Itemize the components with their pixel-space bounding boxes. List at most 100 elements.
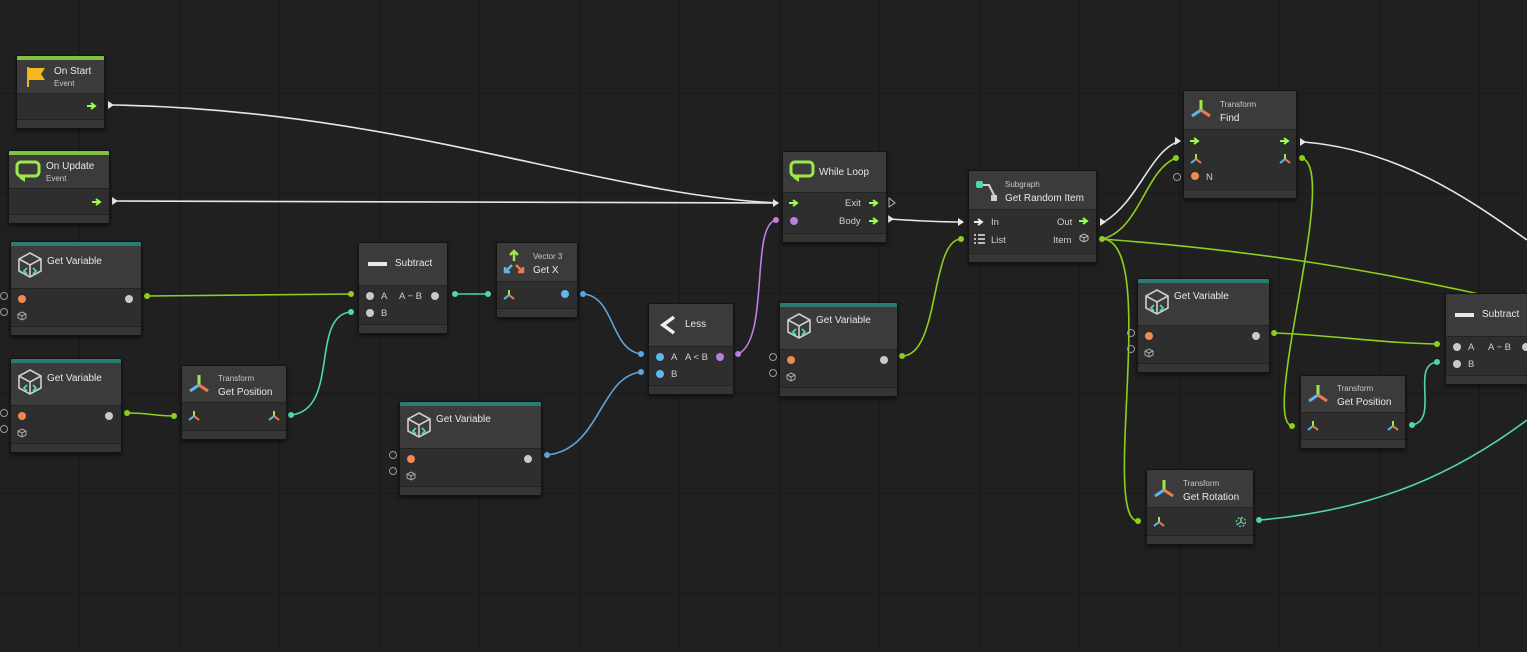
a-input-port[interactable] xyxy=(366,292,374,300)
external-input-port[interactable] xyxy=(0,292,8,300)
vector3-get-x-node[interactable]: Vector 3 Get X xyxy=(496,242,578,318)
subtract-node[interactable]: Subtract A A − B B xyxy=(358,242,448,334)
external-input-port[interactable] xyxy=(1173,173,1181,181)
flow-out-arrow-icon[interactable] xyxy=(87,101,97,111)
object-cube-icon xyxy=(17,428,27,438)
name-input-port[interactable] xyxy=(1191,172,1199,180)
subgraph-icon xyxy=(976,181,997,201)
b-input-port[interactable] xyxy=(656,370,664,378)
condition-input-port[interactable] xyxy=(790,217,798,225)
flow-in-arrow-icon[interactable] xyxy=(1190,136,1200,146)
flow-wire xyxy=(1103,140,1181,223)
b-input-port[interactable] xyxy=(1453,360,1461,368)
transform-axes-icon xyxy=(189,375,209,393)
get-variable-node[interactable]: Get Variable xyxy=(399,401,542,496)
transform-input-icon[interactable] xyxy=(1307,420,1319,432)
while-loop-node[interactable]: While Loop Exit Body xyxy=(782,151,887,243)
result-output-label: A − B xyxy=(1488,342,1511,353)
vector3-output-icon[interactable] xyxy=(1387,420,1399,432)
transform-output-icon[interactable] xyxy=(1279,153,1291,165)
node-title: Get Position xyxy=(218,387,273,398)
name-input-port[interactable] xyxy=(787,356,795,364)
object-cube-icon xyxy=(406,471,416,481)
external-input-port[interactable] xyxy=(389,467,397,475)
b-input-port[interactable] xyxy=(366,309,374,317)
a-input-port[interactable] xyxy=(1453,343,1461,351)
node-title: Subtract xyxy=(1482,309,1520,320)
body-flow-out-icon[interactable] xyxy=(869,216,879,226)
on-update-event-node[interactable]: On Update Event xyxy=(8,150,110,224)
float-wire xyxy=(582,293,642,355)
node-title: Get Random Item xyxy=(1005,193,1084,204)
external-input-port[interactable] xyxy=(0,308,8,316)
node-title: Get Position xyxy=(1337,397,1392,408)
node-category: Vector 3 xyxy=(533,252,563,261)
vector3-input-icon[interactable] xyxy=(503,289,515,301)
vector3-output-icon[interactable] xyxy=(268,410,280,422)
a-input-label: A xyxy=(671,352,678,363)
float-output-port[interactable] xyxy=(561,290,569,298)
n-input-label: N xyxy=(1206,172,1213,183)
external-input-port[interactable] xyxy=(389,451,397,459)
node-subtitle: Event xyxy=(54,79,75,88)
subtract-node[interactable]: Subtract A A − B B xyxy=(1445,293,1527,385)
object-cube-icon xyxy=(786,372,796,382)
transform-input-icon[interactable] xyxy=(188,410,200,422)
name-input-port[interactable] xyxy=(18,295,26,303)
external-input-port[interactable] xyxy=(1127,345,1135,353)
result-output-port[interactable] xyxy=(1522,343,1527,351)
flow-wire xyxy=(112,104,779,204)
subgraph-get-random-item-node[interactable]: Subgraph Get Random Item In Out List Ite… xyxy=(968,170,1097,263)
exit-flow-out-icon[interactable] xyxy=(869,198,879,208)
node-title: Get Variable xyxy=(436,414,491,425)
variable-cube-icon xyxy=(18,369,42,395)
name-input-port[interactable] xyxy=(18,412,26,420)
transform-input-icon[interactable] xyxy=(1153,516,1165,528)
result-output-port[interactable] xyxy=(431,292,439,300)
transform-find-node[interactable]: Transform Find N xyxy=(1183,90,1297,199)
exit-output-label: Exit xyxy=(845,198,861,209)
flow-in-arrow-icon[interactable] xyxy=(789,198,799,208)
transform-input-icon[interactable] xyxy=(1190,153,1202,165)
name-input-port[interactable] xyxy=(407,455,415,463)
get-variable-node[interactable]: Get Variable xyxy=(1137,278,1270,373)
value-output-port[interactable] xyxy=(524,455,532,463)
transform-get-position-node[interactable]: Transform Get Position xyxy=(181,365,287,440)
object-cube-icon[interactable] xyxy=(1079,233,1089,243)
get-variable-node[interactable]: Get Variable xyxy=(10,241,142,336)
get-variable-node[interactable]: Get Variable xyxy=(10,358,122,453)
value-output-port[interactable] xyxy=(125,295,133,303)
node-category: Transform xyxy=(1337,384,1374,393)
external-input-port[interactable] xyxy=(1127,329,1135,337)
vector-wire xyxy=(290,311,352,416)
quaternion-output-icon[interactable] xyxy=(1235,516,1247,528)
flow-in-arrow-icon[interactable] xyxy=(974,217,984,227)
external-input-port[interactable] xyxy=(769,369,777,377)
vector3-icon xyxy=(503,249,525,274)
value-output-port[interactable] xyxy=(1252,332,1260,340)
object-wire xyxy=(126,412,175,417)
external-input-port[interactable] xyxy=(0,425,8,433)
node-title: Get Variable xyxy=(1174,291,1229,302)
variable-cube-icon xyxy=(1145,289,1169,315)
external-input-port[interactable] xyxy=(0,409,8,417)
transform-get-rotation-node[interactable]: Transform Get Rotation xyxy=(1146,469,1254,545)
name-input-port[interactable] xyxy=(1145,332,1153,340)
vector-wire xyxy=(1411,361,1438,426)
get-variable-node[interactable]: Get Variable xyxy=(779,302,898,397)
list-icon[interactable] xyxy=(974,234,985,244)
on-start-event-node[interactable]: On Start Event xyxy=(16,55,105,129)
less-node[interactable]: Less A A < B B xyxy=(648,303,734,395)
in-input-label: In xyxy=(991,217,999,228)
variable-cube-icon xyxy=(18,252,42,278)
a-input-port[interactable] xyxy=(656,353,664,361)
flow-out-arrow-icon[interactable] xyxy=(1079,216,1089,226)
transform-get-position-node[interactable]: Transform Get Position xyxy=(1300,375,1406,449)
flow-out-arrow-icon[interactable] xyxy=(1280,136,1290,146)
flow-out-arrow-icon[interactable] xyxy=(92,197,102,207)
bool-output-port[interactable] xyxy=(716,353,724,361)
value-output-port[interactable] xyxy=(105,412,113,420)
flag-icon xyxy=(27,67,45,87)
value-output-port[interactable] xyxy=(880,356,888,364)
external-input-port[interactable] xyxy=(769,353,777,361)
